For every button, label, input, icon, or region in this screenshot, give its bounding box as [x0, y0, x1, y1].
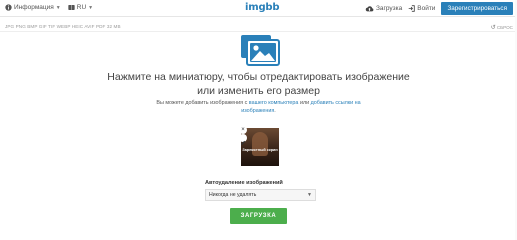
- register-button[interactable]: Зарегистрироваться: [441, 2, 513, 15]
- info-icon: [5, 4, 12, 11]
- upload-button[interactable]: ЗАГРУЗКА: [230, 208, 287, 224]
- login-link-label: Войти: [417, 5, 436, 12]
- images-icon: [240, 34, 280, 71]
- autodelete-label: Автоудаление изображений: [205, 180, 283, 186]
- reset-label: СБРОС: [496, 25, 513, 30]
- image-thumbnail[interactable]: Зарежстный скрин: [241, 128, 279, 166]
- autodelete-select[interactable]: Никогда не удалять ▼: [205, 189, 316, 201]
- desc-suffix: .: [274, 108, 276, 114]
- top-bar: Информация ▼ RU ▼ imgbb Загрузка Войти З…: [0, 0, 517, 17]
- upload-description: Вы можете добавить изображения с вашего …: [140, 99, 377, 115]
- top-bar-right: Загрузка Войти Зарегистрироваться: [365, 2, 513, 15]
- info-menu-label: Информация: [14, 4, 54, 11]
- desc-prefix: Вы можете добавить изображения с: [156, 100, 248, 106]
- chevron-down-icon: ▼: [55, 4, 61, 11]
- language-icon: [68, 5, 75, 10]
- page-headline: Нажмите на миниатюру, чтобы отредактиров…: [107, 71, 410, 97]
- allowed-formats: JPG PNG BMP GIF TIF WEBP HEIC AVIF PDF 3…: [5, 24, 121, 29]
- site-logo[interactable]: imgbb: [245, 2, 280, 13]
- reset-button[interactable]: ↺ СБРОС: [491, 24, 513, 31]
- info-menu[interactable]: Информация ▼: [5, 4, 61, 11]
- login-link[interactable]: Войти: [408, 5, 435, 12]
- remove-thumbnail-icon[interactable]: ×: [239, 126, 247, 134]
- reset-icon: ↺: [490, 25, 496, 31]
- language-menu[interactable]: RU ▼: [68, 4, 93, 11]
- thumbnail-caption: Зарежстный скрин: [242, 148, 278, 152]
- top-bar-left: Информация ▼ RU ▼: [5, 4, 100, 11]
- desc-mid: или: [299, 100, 310, 106]
- chevron-down-icon: ▼: [88, 4, 94, 11]
- upload-link-label: Загрузка: [375, 5, 403, 12]
- upload-link[interactable]: Загрузка: [365, 5, 402, 12]
- edit-thumbnail-icon[interactable]: [239, 134, 247, 145]
- cloud-upload-icon: [365, 6, 374, 12]
- chevron-down-icon: ▼: [307, 192, 312, 198]
- from-computer-link[interactable]: вашего компьютера: [249, 100, 299, 106]
- divider: [0, 31, 517, 32]
- autodelete-selected: Никогда не удалять: [209, 192, 257, 198]
- language-label: RU: [76, 4, 87, 11]
- sign-in-icon: [408, 5, 415, 12]
